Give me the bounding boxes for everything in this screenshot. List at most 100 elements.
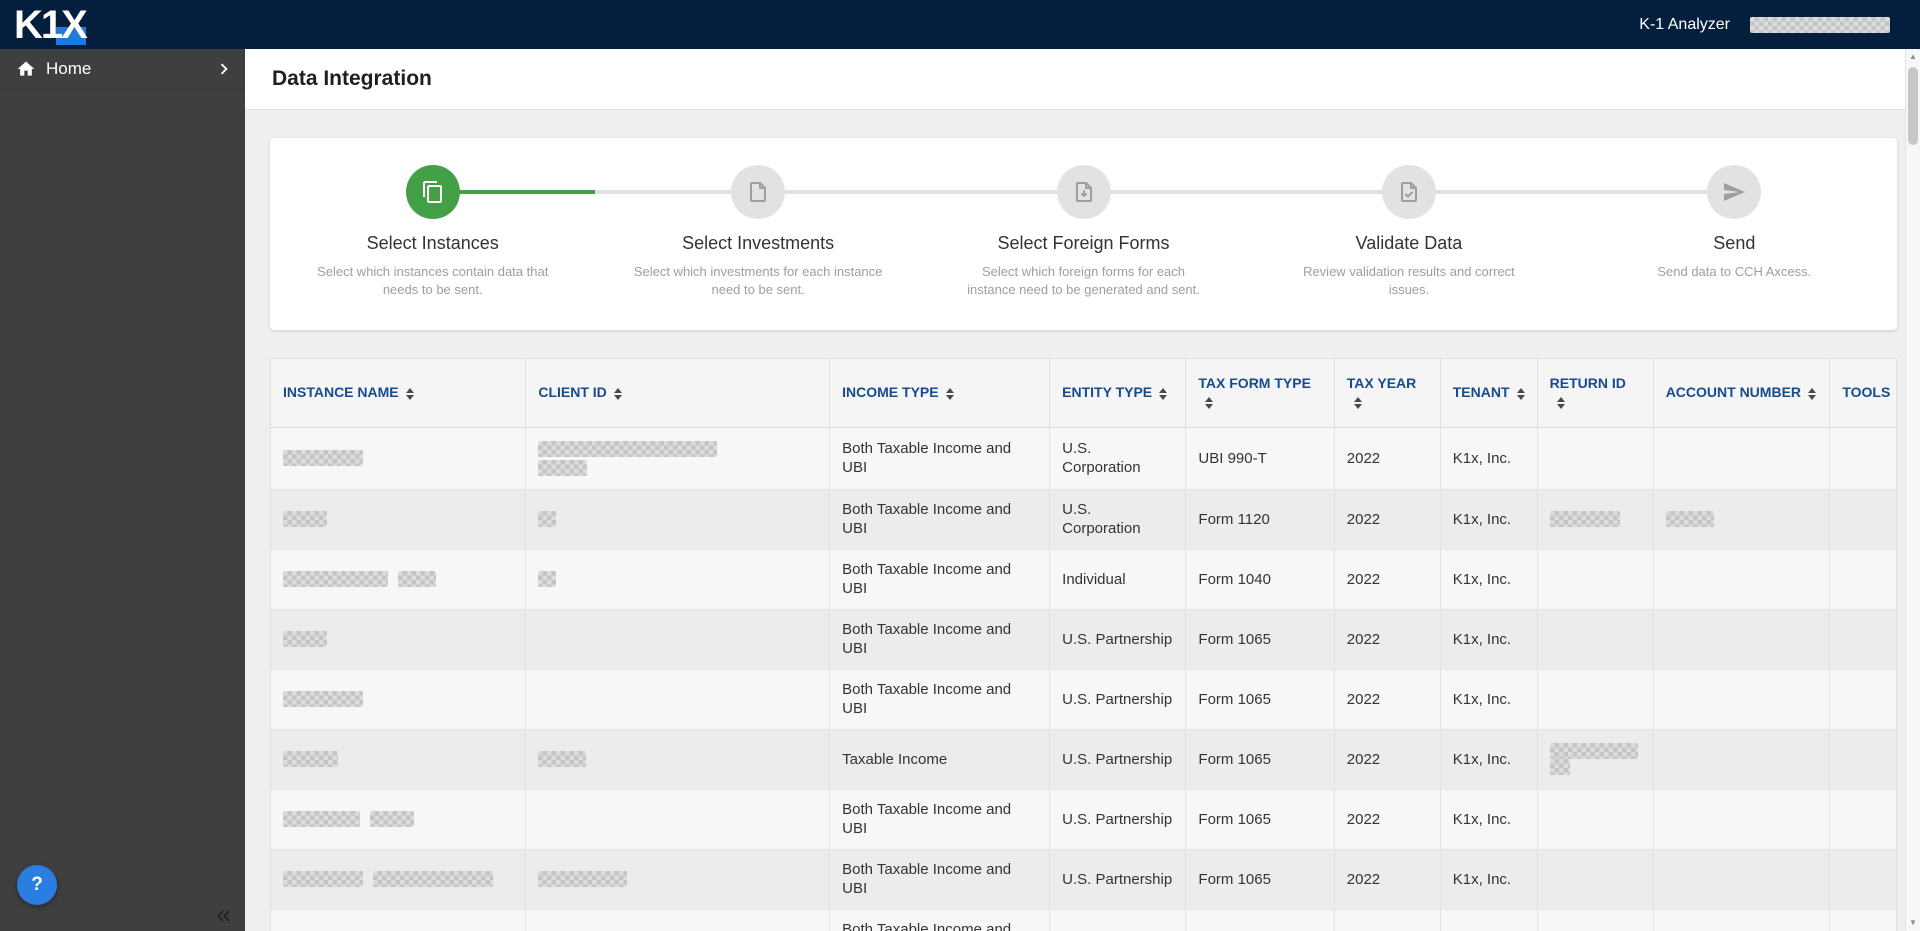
vertical-scrollbar[interactable]: ▲ ▼: [1905, 49, 1920, 931]
cell-tax-form-type: Form 1065: [1185, 609, 1335, 670]
cell-tax-year-text: 2022: [1346, 510, 1381, 528]
column-header-instance-name[interactable]: INSTANCE NAME: [270, 358, 527, 428]
cell-client-id: [525, 609, 831, 670]
column-header-client-id[interactable]: CLIENT ID: [525, 358, 831, 428]
cell-client-id: [525, 549, 831, 610]
cell-instance-name: [270, 849, 527, 910]
step-circle-send[interactable]: [1707, 165, 1762, 219]
table-row-1[interactable]: Both Taxable Income and UBI U.S. Corporat…: [270, 427, 1897, 490]
cell-tax-year: 2022: [1334, 789, 1441, 850]
table-row-4[interactable]: Both Taxable Income and UBI U.S. Partners…: [270, 609, 1897, 670]
cell-account-number: [1653, 489, 1831, 550]
collapse-sidebar-button[interactable]: «: [217, 901, 231, 927]
user-name-redacted[interactable]: [1750, 16, 1890, 33]
cell-tenant-text: K1x, Inc.: [1452, 810, 1512, 828]
scrollbar-thumb[interactable]: [1908, 67, 1918, 145]
step-description-select-instances: Select which instances contain data that…: [317, 264, 549, 297]
table-row-8[interactable]: Both Taxable Income and UBI U.S. Partners…: [270, 849, 1897, 910]
app-name: K-1 Analyzer: [1639, 15, 1730, 33]
cell-account-number: [1653, 609, 1831, 670]
cell-income-type: Both Taxable Income and UBI: [829, 849, 1051, 910]
cell-tenant: K1x, Inc.: [1440, 427, 1538, 490]
cell-tenant: K1x, Inc.: [1440, 789, 1538, 850]
column-header-label: TAX YEAR: [1346, 375, 1417, 391]
step-circle-select-investments[interactable]: [731, 165, 786, 219]
cell-tax-year-text: 2022: [1346, 449, 1381, 467]
column-header-tax-form-type[interactable]: TAX FORM TYPE: [1185, 358, 1335, 428]
cell-tax-year: 2022: [1334, 489, 1441, 550]
cell-income-type: Both Taxable Income and UBI: [829, 549, 1051, 610]
cell-income-type-text: Both Taxable Income and UBI: [842, 439, 1012, 477]
table-row-9[interactable]: Both Taxable Income and UBI: [270, 909, 1897, 931]
cell-entity-type: U.S. Partnership: [1049, 669, 1187, 730]
cell-tax-year-text: 2022: [1346, 810, 1381, 828]
cell-tax-form-type-text: Form 1065: [1198, 870, 1271, 888]
scroll-down-arrow[interactable]: ▼: [1906, 916, 1920, 930]
column-header-entity-type[interactable]: ENTITY TYPE: [1049, 358, 1187, 428]
column-header-income-type[interactable]: INCOME TYPE: [829, 358, 1051, 428]
table-row-3[interactable]: Both Taxable Income and UBI Individual For…: [270, 549, 1897, 610]
cell-tenant-text: K1x, Inc.: [1452, 750, 1512, 768]
redacted-line: [538, 511, 817, 528]
step-circle-select-foreign-forms[interactable]: [1056, 165, 1111, 219]
cell-income-type-text: Both Taxable Income and UBI: [842, 680, 1012, 718]
column-header-tenant[interactable]: TENANT: [1440, 358, 1538, 428]
table-row-2[interactable]: Both Taxable Income and UBI U.S. Corporat…: [270, 489, 1897, 550]
topbar-right: K-1 Analyzer: [1639, 16, 1890, 34]
cell-tenant: K1x, Inc.: [1440, 729, 1538, 790]
cell-instance-name: [270, 789, 527, 850]
column-header-label: INCOME TYPE: [842, 384, 939, 401]
column-header-return-id[interactable]: RETURN ID: [1537, 358, 1654, 428]
redacted-text: [1549, 511, 1620, 528]
sidebar-item-home[interactable]: Home: [0, 49, 245, 90]
cell-income-type: Both Taxable Income and UBI: [829, 909, 1051, 931]
scroll-up-arrow[interactable]: ▲: [1906, 50, 1920, 64]
step-description-validate-data: Review validation results and correct is…: [1303, 264, 1515, 297]
cell-entity-type-text: U.S. Partnership: [1062, 630, 1173, 648]
cell-income-type-text: Both Taxable Income and UBI: [842, 500, 1012, 538]
help-button[interactable]: ?: [17, 865, 57, 905]
table-row-6[interactable]: Taxable Income U.S. Partnership Form 1065 2…: [270, 729, 1897, 790]
step-description-select-foreign-forms: Select which foreign forms for each inst…: [967, 264, 1200, 297]
step-select-foreign-forms: Select Foreign Forms Select which foreign…: [921, 138, 1246, 330]
k1x-logo[interactable]: K1X: [0, 0, 100, 49]
column-header-account-number[interactable]: ACCOUNT NUMBER: [1653, 358, 1831, 428]
table-body: Both Taxable Income and UBI U.S. Corporat…: [270, 427, 1897, 931]
home-icon: [16, 59, 36, 79]
cell-tenant-text: K1x, Inc.: [1452, 870, 1512, 888]
table-row-7[interactable]: Both Taxable Income and UBI U.S. Partners…: [270, 789, 1897, 850]
cell-tax-form-type: Form 1065: [1185, 849, 1335, 910]
column-header-label: CLIENT ID: [538, 384, 607, 401]
table-row-5[interactable]: Both Taxable Income and UBI U.S. Partners…: [270, 669, 1897, 730]
column-header-tax-year[interactable]: TAX YEAR: [1334, 358, 1441, 428]
cell-return-id: [1537, 549, 1654, 610]
help-label: ?: [31, 874, 43, 895]
column-header-label: TOOLS: [1842, 384, 1891, 401]
cell-return-id: [1537, 789, 1654, 850]
redacted-text: [283, 811, 360, 828]
cell-instance-name: [270, 489, 527, 550]
document-check-icon: [1397, 180, 1421, 204]
chevron-right-icon: [213, 58, 235, 80]
cell-account-number: [1653, 549, 1831, 610]
redacted-text: [370, 811, 414, 828]
cell-entity-type: U.S. Corporation: [1049, 427, 1187, 490]
redacted-line: [283, 871, 513, 888]
page-header: Data Integration: [245, 49, 1920, 110]
cell-tenant-text: K1x, Inc.: [1452, 630, 1512, 648]
redacted-line: [1549, 511, 1641, 528]
sort-icon: [613, 387, 622, 400]
cell-income-type-text: Both Taxable Income and UBI: [842, 860, 1012, 898]
step-select-investments: Select Investments Select which investmen…: [595, 138, 920, 330]
step-circle-validate-data[interactable]: [1381, 165, 1436, 219]
instances-table: INSTANCE NAME CLIENT ID INCOME TYPE ENTITY …: [270, 358, 1897, 931]
cell-instance-name: [270, 909, 527, 931]
cell-tax-form-type-text: Form 1065: [1198, 630, 1271, 648]
sort-icon: [1205, 397, 1214, 410]
step-circle-select-instances[interactable]: [405, 165, 460, 219]
cell-entity-type: U.S. Partnership: [1049, 849, 1187, 910]
cell-entity-type-text: U.S. Partnership: [1062, 690, 1173, 708]
cell-income-type: Both Taxable Income and UBI: [829, 427, 1051, 490]
step-description-send: Send data to CCH Axcess.: [1657, 264, 1812, 279]
sort-icon: [1516, 387, 1525, 400]
